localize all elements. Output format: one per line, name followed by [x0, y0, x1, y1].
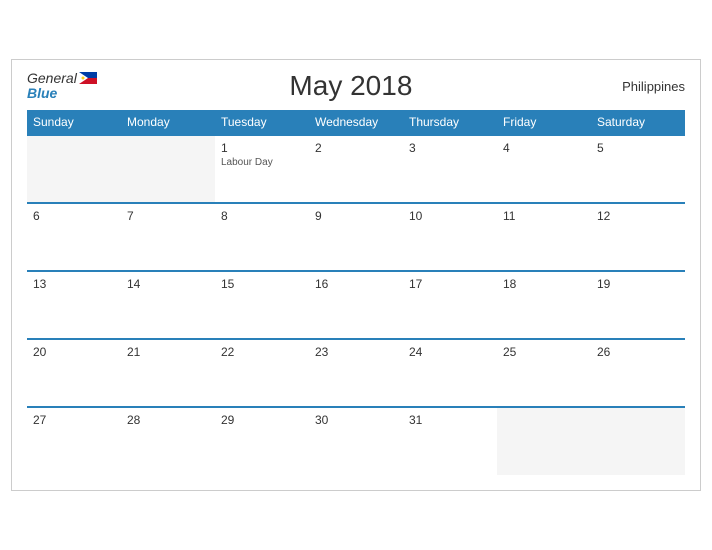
- calendar-day-cell: 7: [121, 203, 215, 271]
- calendar-day-cell: 1 Labour Day: [215, 135, 309, 203]
- day-number: 27: [33, 413, 115, 427]
- day-number: 13: [33, 277, 115, 291]
- day-of-week-header: Wednesday: [309, 110, 403, 135]
- day-number: 9: [315, 209, 397, 223]
- calendar-day-cell: 16: [309, 271, 403, 339]
- day-number: 18: [503, 277, 585, 291]
- day-number: 14: [127, 277, 209, 291]
- day-number: 8: [221, 209, 303, 223]
- calendar-day-cell: [121, 135, 215, 203]
- day-number: 24: [409, 345, 491, 359]
- calendar-day-cell: 17: [403, 271, 497, 339]
- calendar-week-row: 20 21 22 23 24 25 26: [27, 339, 685, 407]
- calendar-container: General Blue May 2018 Philippines Sunday…: [11, 59, 701, 491]
- day-of-week-header: Saturday: [591, 110, 685, 135]
- calendar-week-row: 27 28 29 30 31: [27, 407, 685, 475]
- day-number: 12: [597, 209, 679, 223]
- day-number: 5: [597, 141, 679, 155]
- calendar-day-cell: [497, 407, 591, 475]
- logo-general-text: General: [27, 71, 77, 86]
- calendar-day-cell: 26: [591, 339, 685, 407]
- day-of-week-header: Thursday: [403, 110, 497, 135]
- day-number: 3: [409, 141, 491, 155]
- day-number: 19: [597, 277, 679, 291]
- calendar-day-cell: 6: [27, 203, 121, 271]
- calendar-day-cell: 11: [497, 203, 591, 271]
- calendar-day-cell: 14: [121, 271, 215, 339]
- country-name: Philippines: [605, 79, 685, 94]
- calendar-table: SundayMondayTuesdayWednesdayThursdayFrid…: [27, 110, 685, 475]
- logo: General Blue: [27, 71, 97, 102]
- day-of-week-header: Sunday: [27, 110, 121, 135]
- day-number: 21: [127, 345, 209, 359]
- day-number: 23: [315, 345, 397, 359]
- calendar-day-cell: 8: [215, 203, 309, 271]
- day-number: 17: [409, 277, 491, 291]
- calendar-week-row: 13 14 15 16 17 18 19: [27, 271, 685, 339]
- day-of-week-header: Monday: [121, 110, 215, 135]
- calendar-day-cell: 31: [403, 407, 497, 475]
- calendar-day-cell: 18: [497, 271, 591, 339]
- day-number: 31: [409, 413, 491, 427]
- day-number: 30: [315, 413, 397, 427]
- logo-blue-text: Blue: [27, 86, 57, 101]
- day-number: 20: [33, 345, 115, 359]
- calendar-day-cell: 21: [121, 339, 215, 407]
- calendar-day-cell: 13: [27, 271, 121, 339]
- calendar-day-cell: 19: [591, 271, 685, 339]
- calendar-day-cell: 22: [215, 339, 309, 407]
- calendar-header: General Blue May 2018 Philippines: [27, 70, 685, 102]
- calendar-day-cell: 4: [497, 135, 591, 203]
- days-header-row: SundayMondayTuesdayWednesdayThursdayFrid…: [27, 110, 685, 135]
- calendar-day-cell: 23: [309, 339, 403, 407]
- calendar-day-cell: 24: [403, 339, 497, 407]
- calendar-day-cell: 27: [27, 407, 121, 475]
- calendar-day-cell: 3: [403, 135, 497, 203]
- day-number: 28: [127, 413, 209, 427]
- day-number: 11: [503, 209, 585, 223]
- day-number: 7: [127, 209, 209, 223]
- calendar-day-cell: [591, 407, 685, 475]
- calendar-week-row: 6789 10 11 12: [27, 203, 685, 271]
- month-title: May 2018: [97, 70, 605, 102]
- day-number: 2: [315, 141, 397, 155]
- calendar-day-cell: 20: [27, 339, 121, 407]
- logo-flag-icon: [79, 72, 97, 84]
- day-number: 22: [221, 345, 303, 359]
- calendar-day-cell: 10: [403, 203, 497, 271]
- holiday-label: Labour Day: [221, 157, 303, 168]
- day-number: 6: [33, 209, 115, 223]
- day-of-week-header: Tuesday: [215, 110, 309, 135]
- calendar-day-cell: 29: [215, 407, 309, 475]
- calendar-day-cell: 9: [309, 203, 403, 271]
- calendar-day-cell: [27, 135, 121, 203]
- day-number: 15: [221, 277, 303, 291]
- day-number: 25: [503, 345, 585, 359]
- calendar-day-cell: 25: [497, 339, 591, 407]
- calendar-day-cell: 15: [215, 271, 309, 339]
- day-number: 16: [315, 277, 397, 291]
- day-number: 26: [597, 345, 679, 359]
- calendar-day-cell: 2: [309, 135, 403, 203]
- calendar-day-cell: 12: [591, 203, 685, 271]
- calendar-day-cell: 28: [121, 407, 215, 475]
- day-number: 1: [221, 141, 303, 155]
- day-of-week-header: Friday: [497, 110, 591, 135]
- calendar-day-cell: 5: [591, 135, 685, 203]
- day-number: 4: [503, 141, 585, 155]
- calendar-day-cell: 30: [309, 407, 403, 475]
- calendar-week-row: 1 Labour Day 2345: [27, 135, 685, 203]
- day-number: 29: [221, 413, 303, 427]
- day-number: 10: [409, 209, 491, 223]
